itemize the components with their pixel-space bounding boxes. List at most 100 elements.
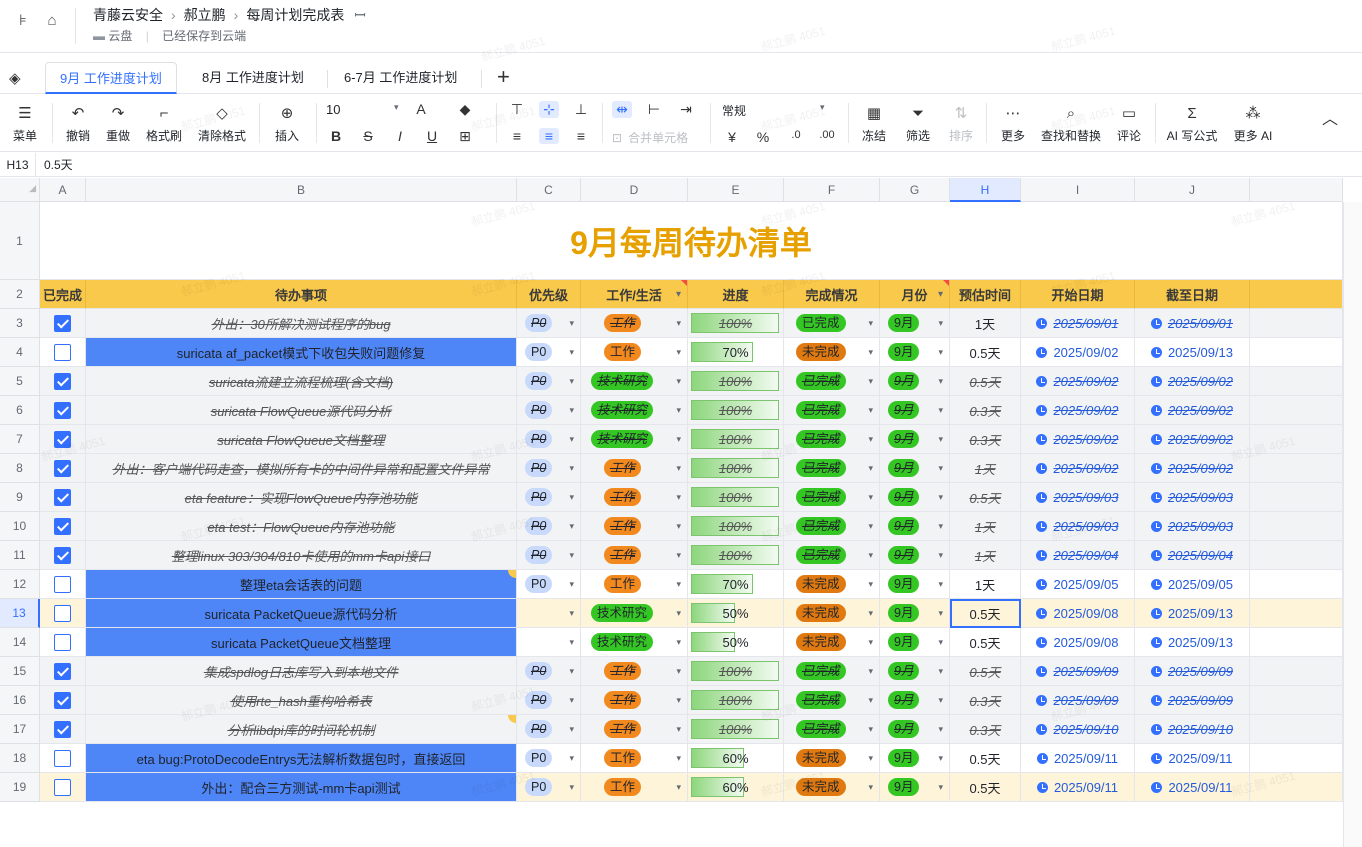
chevron-down-icon[interactable]: ▾ [868, 550, 873, 561]
progress-cell[interactable]: 100% [688, 396, 784, 425]
checkbox-unchecked[interactable] [54, 633, 71, 651]
chevron-down-icon[interactable]: ▾ [868, 463, 873, 474]
task-cell[interactable]: 外出：客户端代码走查，模拟所有卡的中间件异常和配置文件异常 [86, 454, 517, 483]
more-button[interactable]: ⋯ 更多 [997, 104, 1029, 144]
chevron-down-icon[interactable]: ▾ [938, 637, 943, 648]
tab-sheet-june-july[interactable]: 6-7月 工作进度计划 [330, 62, 471, 94]
checkbox-unchecked[interactable] [54, 778, 71, 796]
type-cell[interactable]: 工作 ▾ [581, 657, 688, 686]
end-date-cell[interactable]: 2025/09/13 [1135, 628, 1250, 657]
type-cell[interactable]: 工作 ▾ [581, 686, 688, 715]
checkbox-checked[interactable] [54, 691, 71, 709]
end-date-cell[interactable]: 2025/09/11 [1135, 744, 1250, 773]
format-painter-button[interactable]: ⌐ 格式刷 [143, 104, 185, 144]
fill-color-icon[interactable]: ◆ [455, 101, 475, 118]
chevron-down-icon[interactable]: ▾ [569, 521, 574, 532]
estimate-cell[interactable]: 1天 [950, 454, 1021, 483]
end-date-cell[interactable]: 2025/09/02 [1135, 454, 1250, 483]
chevron-down-icon[interactable]: ▾ [676, 579, 681, 590]
type-cell[interactable]: 技术研究 ▾ [581, 599, 688, 628]
progress-cell[interactable]: 50% [688, 599, 784, 628]
month-cell[interactable]: 9月 ▾ [880, 367, 950, 396]
chevron-down-icon[interactable]: ▾ [569, 753, 574, 764]
estimate-cell[interactable]: 0.3天 [950, 686, 1021, 715]
chevron-down-icon[interactable]: ▾ [569, 405, 574, 416]
progress-cell[interactable]: 70% [688, 570, 784, 599]
row-header[interactable]: 11 [0, 541, 40, 570]
cell-reference[interactable]: H13 [0, 153, 36, 177]
progress-cell[interactable]: 60% [688, 744, 784, 773]
estimate-cell[interactable]: 0.5天 [950, 338, 1021, 367]
start-date-cell[interactable]: 2025/09/02 [1021, 425, 1135, 454]
type-cell[interactable]: 工作 ▾ [581, 541, 688, 570]
align-middle-icon[interactable]: ⊹ [539, 101, 559, 118]
chevron-down-icon[interactable]: ▾ [569, 637, 574, 648]
row-header[interactable]: 15 [0, 657, 40, 686]
status-cell[interactable]: 未完成 ▾ [784, 599, 880, 628]
underline-icon[interactable]: U [422, 128, 442, 144]
row-header[interactable]: 7 [0, 425, 40, 454]
checkbox-checked[interactable] [54, 430, 71, 448]
chevron-down-icon[interactable]: ▾ [938, 782, 943, 793]
column-header[interactable]: H [950, 178, 1021, 202]
status-cell[interactable]: 已完成 ▾ [784, 425, 880, 454]
decrease-decimal-icon[interactable]: .0 [786, 129, 806, 141]
menu-button[interactable]: ☰ 菜单 [8, 104, 42, 144]
month-cell[interactable]: 9月 ▾ [880, 628, 950, 657]
chevron-down-icon[interactable]: ▾ [569, 695, 574, 706]
start-date-cell[interactable]: 2025/09/03 [1021, 512, 1135, 541]
completed-cell[interactable] [40, 425, 86, 454]
breadcrumb-item[interactable]: 郝立鹏 [184, 5, 226, 25]
add-sheet-icon[interactable]: + [497, 64, 510, 90]
row-header[interactable]: 17 [0, 715, 40, 744]
task-cell[interactable]: eta bug:ProtoDecodeEntrys无法解析数据包时，直接返回 [86, 744, 517, 773]
estimate-cell[interactable]: 0.5天 [950, 744, 1021, 773]
month-cell[interactable]: 9月 ▾ [880, 454, 950, 483]
clear-format-button[interactable]: ◇ 清除格式 [195, 104, 249, 144]
pin-icon[interactable]: ꟷ [354, 6, 365, 25]
estimate-cell[interactable]: 1天 [950, 570, 1021, 599]
row-header[interactable]: 6 [0, 396, 40, 425]
chevron-down-icon[interactable]: ▾ [569, 376, 574, 387]
end-date-cell[interactable]: 2025/09/09 [1135, 657, 1250, 686]
table-header[interactable]: 月份 ▾ [880, 280, 950, 309]
chevron-down-icon[interactable]: ▾ [938, 724, 943, 735]
tab-sheet-august[interactable]: 8月 工作进度计划 [188, 62, 318, 94]
end-date-cell[interactable]: 2025/09/11 [1135, 773, 1250, 802]
row-header[interactable]: 3 [0, 309, 40, 338]
completed-cell[interactable] [40, 628, 86, 657]
estimate-cell[interactable]: 1天 [950, 541, 1021, 570]
estimate-cell[interactable]: 0.5天 [950, 367, 1021, 396]
type-cell[interactable]: 工作 ▾ [581, 512, 688, 541]
type-cell[interactable]: 技术研究 ▾ [581, 367, 688, 396]
priority-cell[interactable]: P0 ▾ [517, 309, 581, 338]
checkbox-checked[interactable] [54, 314, 71, 332]
status-cell[interactable]: 未完成 ▾ [784, 744, 880, 773]
task-cell[interactable]: eta test：FlowQueue内存池功能 [86, 512, 517, 541]
chevron-down-icon[interactable]: ▾ [676, 405, 681, 416]
chevron-down-icon[interactable]: ▾ [868, 318, 873, 329]
chevron-down-icon[interactable]: ▾ [676, 608, 681, 619]
chevron-down-icon[interactable]: ▾ [938, 347, 943, 358]
row-header[interactable]: 4 [0, 338, 40, 367]
estimate-cell[interactable]: 1天 [950, 512, 1021, 541]
chevron-down-icon[interactable]: ▾ [569, 579, 574, 590]
row-header[interactable]: 2 [0, 280, 40, 309]
progress-cell[interactable]: 100% [688, 715, 784, 744]
progress-cell[interactable]: 100% [688, 512, 784, 541]
status-cell[interactable]: 未完成 ▾ [784, 628, 880, 657]
chevron-down-icon[interactable]: ▾ [569, 550, 574, 561]
status-cell[interactable]: 已完成 ▾ [784, 512, 880, 541]
checkbox-checked[interactable] [54, 488, 71, 506]
chevron-down-icon[interactable]: ▾ [938, 463, 943, 474]
checkbox-unchecked[interactable] [54, 604, 71, 622]
status-cell[interactable]: 已完成 ▾ [784, 309, 880, 338]
checkbox-checked[interactable] [54, 662, 71, 680]
chevron-down-icon[interactable]: ▾ [868, 666, 873, 677]
align-right-icon[interactable]: ≡ [571, 128, 591, 144]
progress-cell[interactable]: 60% [688, 773, 784, 802]
chevron-down-icon[interactable]: ▾ [938, 434, 943, 445]
end-date-cell[interactable]: 2025/09/03 [1135, 483, 1250, 512]
month-cell[interactable]: 9月 ▾ [880, 599, 950, 628]
type-cell[interactable]: 工作 ▾ [581, 309, 688, 338]
